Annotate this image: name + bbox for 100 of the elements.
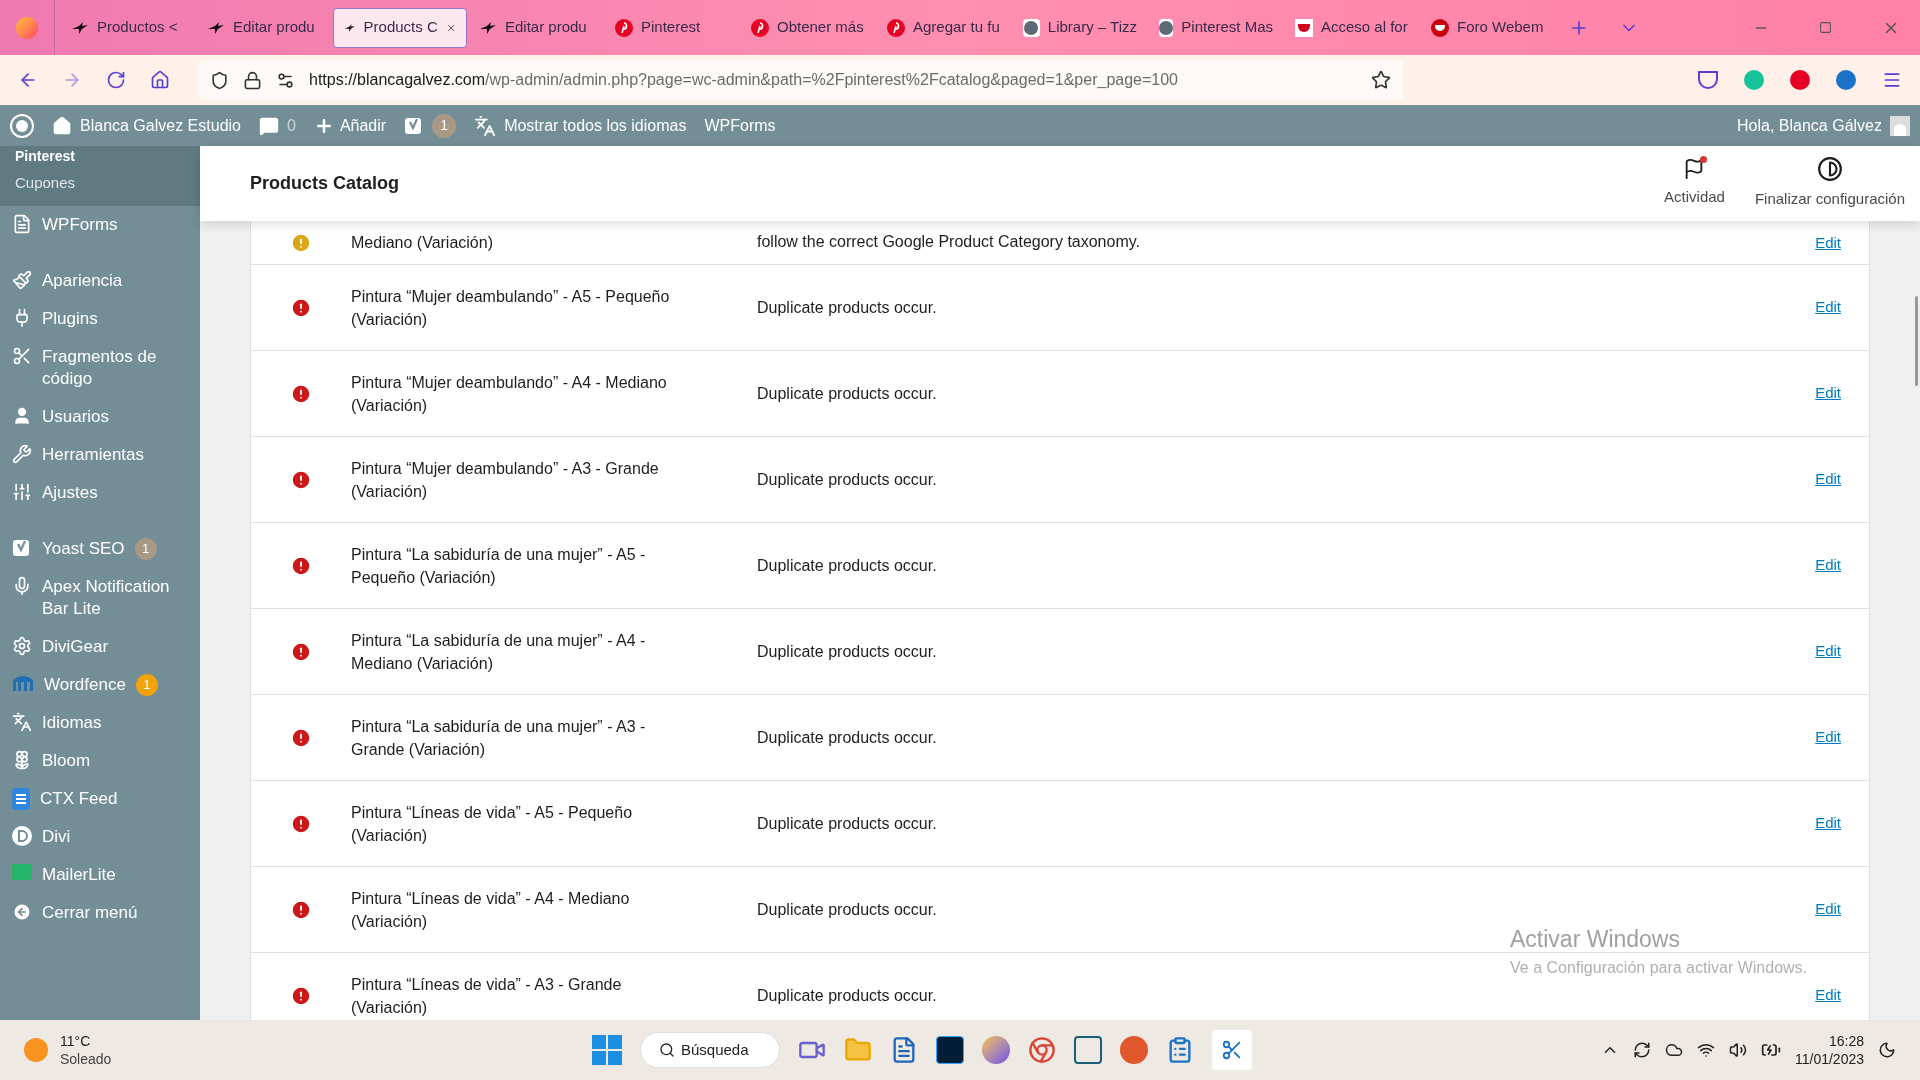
tab-label: Foro Webem bbox=[1457, 17, 1544, 38]
menu-icon[interactable] bbox=[1882, 70, 1902, 90]
search-icon bbox=[659, 1042, 675, 1058]
browser-tab[interactable]: Productos < bbox=[61, 7, 195, 48]
browser-tab[interactable]: Library – Tizz bbox=[1013, 7, 1147, 48]
browser-tab[interactable]: Obtener más bbox=[741, 7, 875, 48]
edit-link[interactable]: Edit bbox=[1815, 231, 1841, 254]
search-button[interactable]: Búsqueda bbox=[640, 1032, 780, 1068]
browser-tab[interactable]: Pinterest bbox=[605, 7, 739, 48]
sidebar-item[interactable]: Plugins bbox=[0, 300, 200, 338]
start-icon[interactable] bbox=[592, 1035, 622, 1065]
browser-tab[interactable]: Editar produ bbox=[197, 7, 331, 48]
tab-label: Pinterest bbox=[641, 17, 701, 38]
header-action-button[interactable]: Finalizar configuración bbox=[1754, 156, 1905, 211]
edit-link[interactable]: Edit bbox=[1815, 898, 1841, 921]
comment-icon[interactable] bbox=[259, 115, 279, 136]
tab-label: Obtener más bbox=[777, 17, 864, 38]
user-icon bbox=[12, 406, 32, 426]
sync-icon[interactable] bbox=[1632, 1041, 1651, 1059]
sidebar-item[interactable]: Cerrar menú bbox=[0, 894, 200, 932]
wordpress-logo-icon[interactable] bbox=[10, 113, 34, 138]
circle-icon bbox=[1023, 18, 1040, 37]
browser-tab[interactable]: Products C bbox=[333, 7, 467, 48]
tab-label: Products C bbox=[363, 17, 438, 38]
temperature: 11°C bbox=[60, 1032, 92, 1050]
clock-date[interactable]: 11/01/2023 bbox=[1794, 1050, 1864, 1068]
product-name: Pintura “Mujer deambulando” - A5 - Pequeño (Variación) bbox=[351, 286, 671, 330]
restore-icon[interactable] bbox=[1819, 21, 1832, 34]
edit-link[interactable]: Edit bbox=[1815, 984, 1841, 1007]
collapse-icon bbox=[12, 902, 32, 922]
sidebar-item[interactable]: Bloom bbox=[0, 742, 200, 780]
edit-link[interactable]: Edit bbox=[1815, 640, 1841, 663]
edit-link[interactable]: Edit bbox=[1815, 296, 1841, 319]
sidebar-item[interactable]: Idiomas bbox=[0, 704, 200, 742]
submenu-item[interactable]: Pinterest bbox=[15, 148, 185, 164]
snipping-tool-icon[interactable] bbox=[1212, 1030, 1252, 1070]
divi-icon bbox=[12, 826, 32, 846]
sidebar-item[interactable]: Fragmentos de código bbox=[0, 338, 200, 398]
error-icon bbox=[290, 296, 312, 319]
half-circle-icon bbox=[1816, 156, 1843, 183]
issue-text: follow the correct Google Product Category taxonomy. bbox=[757, 232, 1141, 252]
sidebar-item[interactable]: Divi bbox=[0, 818, 200, 856]
notification-badge: 1 bbox=[135, 674, 158, 696]
browser-tab[interactable]: Foro Webem bbox=[1421, 7, 1555, 48]
sidebar-item[interactable]: WPForms bbox=[0, 206, 200, 244]
edit-link[interactable]: Edit bbox=[1815, 468, 1841, 491]
wifi-icon[interactable] bbox=[1696, 1041, 1715, 1059]
permissions-icon[interactable] bbox=[276, 70, 295, 90]
clock-time[interactable]: 16:28 bbox=[1828, 1032, 1864, 1050]
edit-link[interactable]: Edit bbox=[1815, 812, 1841, 835]
wpforms-link[interactable]: WPForms bbox=[704, 113, 776, 138]
sidebar-item[interactable]: Apariencia bbox=[0, 262, 200, 300]
browser-tab[interactable]: Acceso al for bbox=[1285, 7, 1419, 48]
languages-link[interactable]: Mostrar todos los idiomas bbox=[504, 113, 687, 138]
document-icon bbox=[12, 788, 30, 810]
site-name-link[interactable]: Blanca Galvez Estudio bbox=[80, 113, 241, 138]
volume-icon[interactable] bbox=[1728, 1041, 1747, 1059]
browser-tab[interactable]: Agregar tu fu bbox=[877, 7, 1011, 48]
pocket-icon[interactable] bbox=[1698, 71, 1718, 89]
translate-icon[interactable] bbox=[474, 114, 497, 137]
error-icon bbox=[290, 382, 312, 405]
edit-link[interactable]: Edit bbox=[1815, 726, 1841, 749]
issue-text: Duplicate products occur. bbox=[757, 899, 938, 920]
product-name: Pintura “La sabiduría de una mujer” - A3 - Grande (Variación) bbox=[351, 716, 647, 760]
reload-icon[interactable] bbox=[106, 70, 126, 90]
issue-text: Duplicate products occur. bbox=[757, 641, 938, 662]
sidebar-item[interactable]: MailerLite bbox=[0, 856, 200, 894]
edit-link[interactable]: Edit bbox=[1815, 382, 1841, 405]
issue-text: Duplicate products occur. bbox=[757, 383, 938, 404]
shield-icon[interactable] bbox=[210, 70, 229, 90]
error-icon bbox=[290, 812, 312, 835]
greeting-link[interactable]: Hola, Blanca Gálvez bbox=[1737, 113, 1882, 138]
address-bar[interactable]: https://blancagalvez.com/wp-admin/admin.php?page=wc-admin&path=%2Fpinterest%2Fcatalog&paged=1&per_page=100 bbox=[198, 60, 1403, 100]
home-icon[interactable] bbox=[52, 115, 72, 136]
chrome-icon[interactable] bbox=[1028, 1036, 1056, 1064]
home-icon[interactable] bbox=[150, 70, 170, 90]
bookmark-icon[interactable] bbox=[1371, 70, 1391, 90]
sidebar-item[interactable]: Herramientas bbox=[0, 436, 200, 474]
header-action-button[interactable]: Actividad bbox=[1664, 158, 1725, 209]
add-link[interactable]: Añadir bbox=[339, 113, 387, 138]
issue-text: Duplicate products occur. bbox=[757, 727, 938, 748]
sidebar-item[interactable]: Usuarios bbox=[0, 398, 200, 436]
sidebar-item[interactable]: DiviGear bbox=[0, 628, 200, 666]
edit-link[interactable]: Edit bbox=[1815, 554, 1841, 577]
moon-icon[interactable] bbox=[1878, 1041, 1896, 1059]
browser-tab[interactable]: Pinterest Mas bbox=[1149, 7, 1283, 48]
tab-label: Pinterest Mas bbox=[1181, 17, 1273, 38]
tab-label: Editar produ bbox=[233, 17, 315, 38]
sidebar-item[interactable]: CTX Feed bbox=[0, 780, 200, 818]
activation-hint: Ve a Configuración para activar Windows. bbox=[1510, 958, 1808, 978]
avatar-icon[interactable] bbox=[1890, 115, 1910, 136]
sidebar-item[interactable]: Apex Notification Bar Lite bbox=[0, 568, 200, 628]
lock-icon[interactable] bbox=[243, 70, 262, 90]
cloud-icon[interactable] bbox=[1664, 1041, 1683, 1059]
sidebar-item[interactable]: Ajustes bbox=[0, 474, 200, 512]
browser-tab[interactable]: Editar produ bbox=[469, 7, 603, 48]
sidebar-item[interactable]: Yoast SEO 1 bbox=[0, 530, 200, 568]
issue-text: Duplicate products occur. bbox=[757, 985, 938, 1006]
sidebar-item[interactable]: Wordfence 1 bbox=[0, 666, 200, 704]
submenu-item[interactable]: Cupones bbox=[15, 172, 185, 195]
